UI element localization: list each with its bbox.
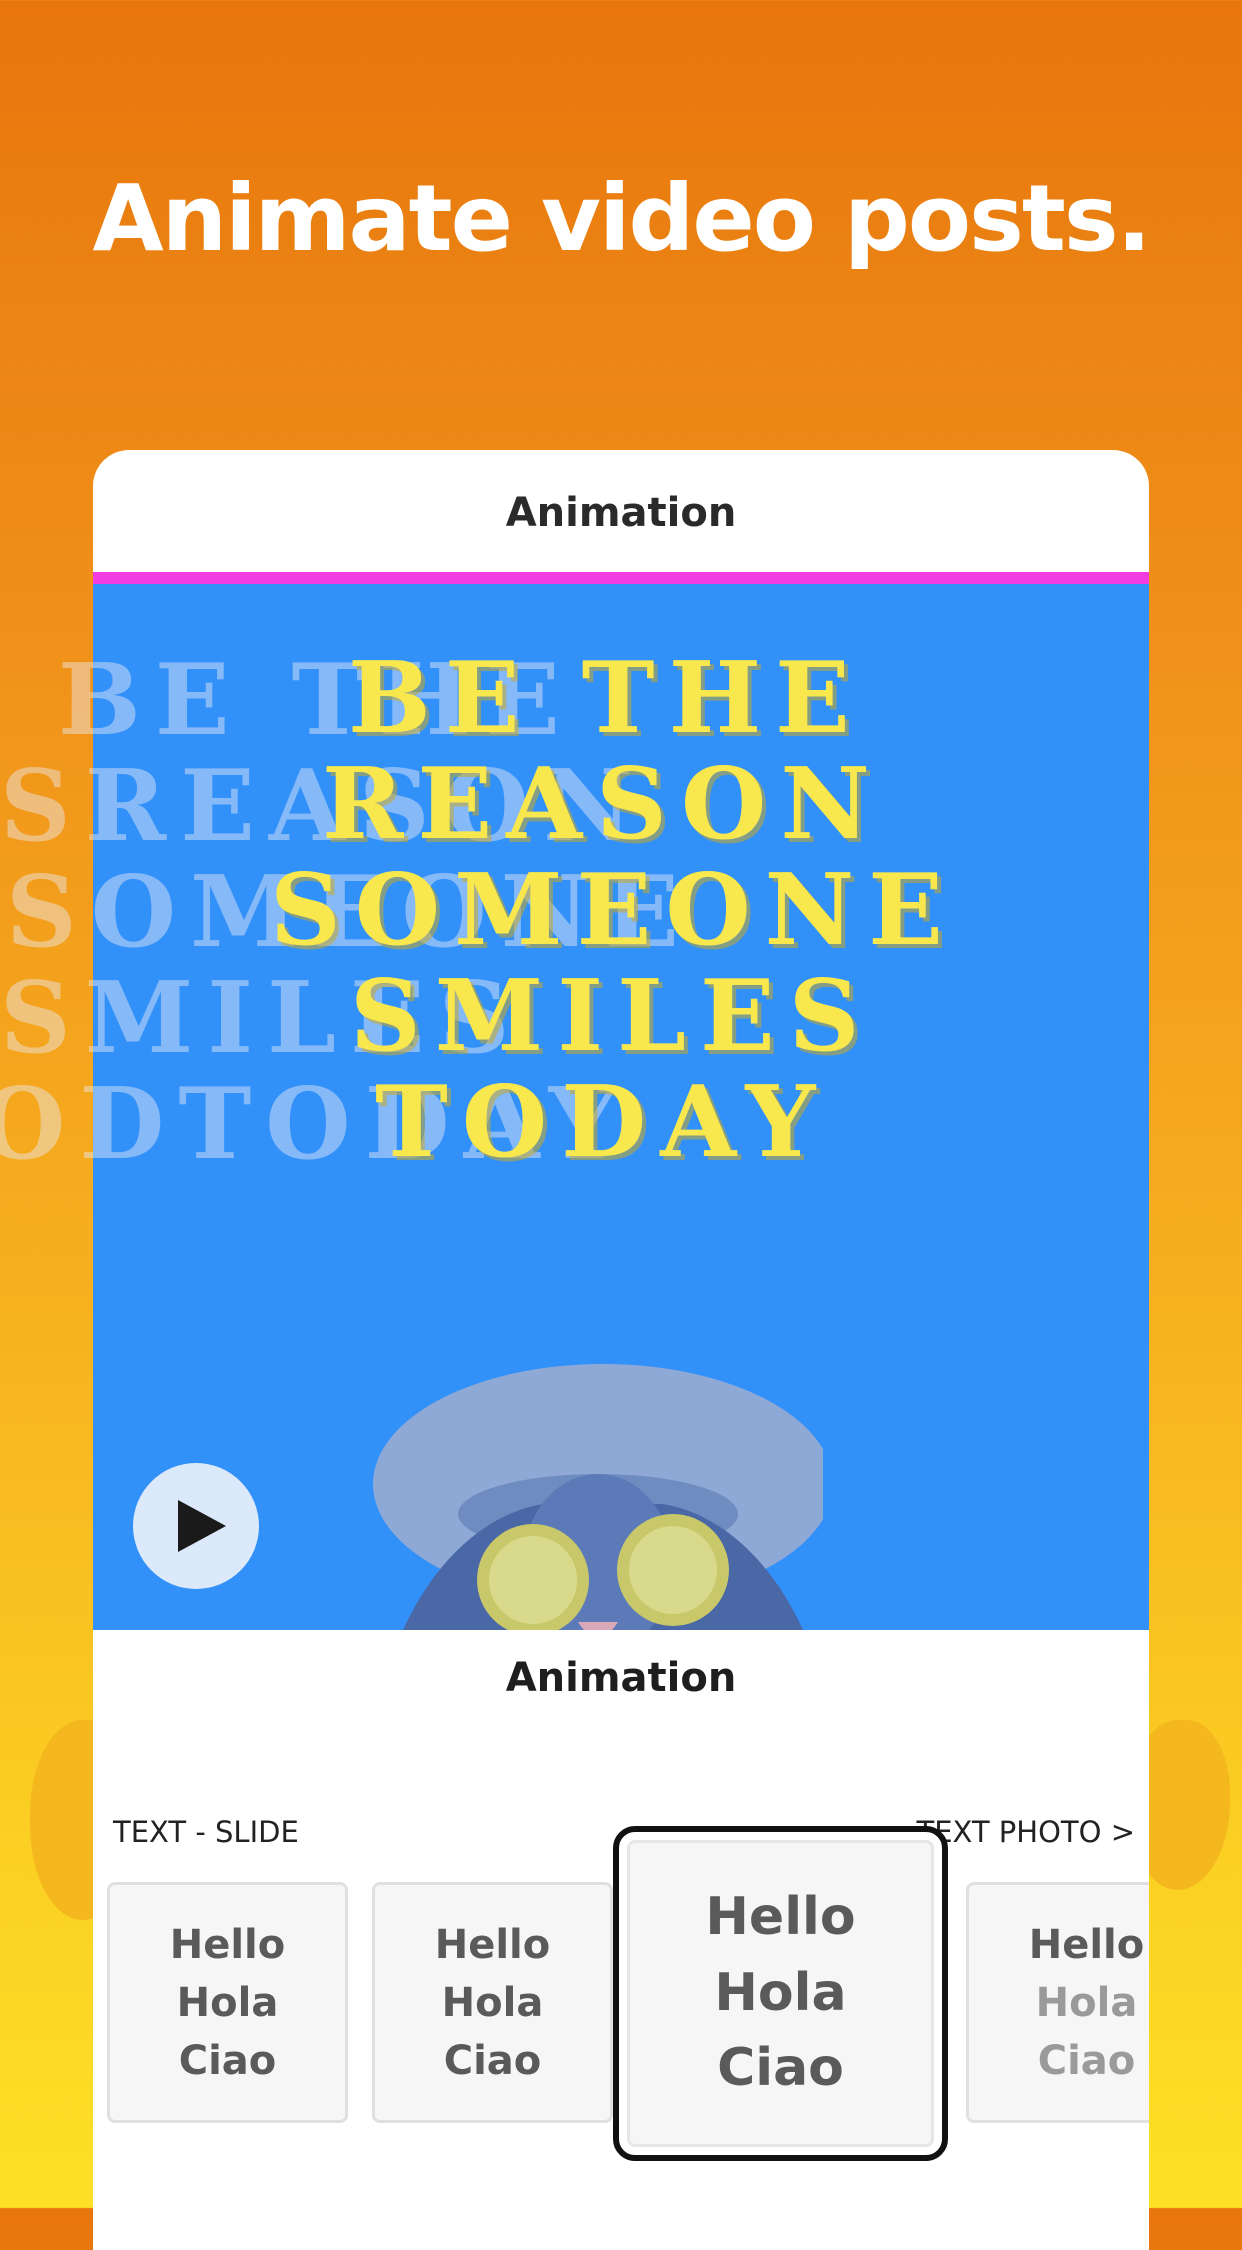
option-text: Hello (1028, 1921, 1145, 1968)
option-text: Ciao (178, 2037, 277, 2084)
option-text: Hola (176, 1979, 279, 2026)
option-text: Hola (714, 1962, 847, 2023)
card-title: Animation (505, 490, 737, 536)
animation-card: Animation Animation TEXT - SLIDE TEXT PH… (93, 450, 1149, 2250)
option-text: Ciao (717, 2038, 844, 2099)
woman-photo-image (373, 1364, 823, 1630)
accent-bar (93, 572, 1149, 584)
category-text-photo[interactable]: TEXT PHOTO > (916, 1815, 1135, 1849)
option-text: Hello (705, 1887, 856, 1948)
category-text-slide[interactable]: TEXT - SLIDE (113, 1815, 299, 1849)
option-text: Hello (434, 1921, 551, 1968)
section-title: Animation (505, 1655, 737, 1701)
headline: Animate video posts. (92, 165, 1151, 272)
animation-option-3-selected[interactable]: Hello Hola Ciao (627, 1840, 934, 2147)
animation-option-2[interactable]: Hello Hola Ciao (372, 1882, 613, 2123)
video-preview[interactable] (93, 584, 1149, 1630)
animation-option-4[interactable]: Hello Hola Ciao (966, 1882, 1149, 2123)
option-text: Ciao (1037, 2037, 1136, 2084)
option-text: Ciao (443, 2037, 542, 2084)
play-icon (178, 1500, 226, 1552)
play-button[interactable] (133, 1463, 259, 1589)
animation-option-1[interactable]: Hello Hola Ciao (107, 1882, 348, 2123)
option-text: Hola (441, 1979, 544, 2026)
option-text: Hola (1035, 1979, 1138, 2026)
option-text: Hello (169, 1921, 286, 1968)
